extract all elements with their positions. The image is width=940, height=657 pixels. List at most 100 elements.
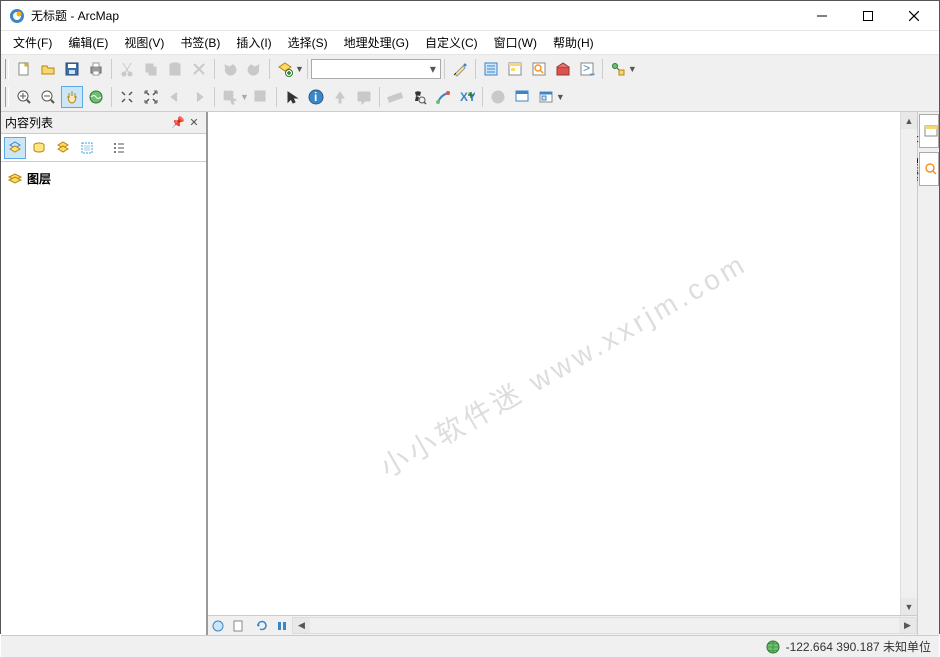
identify-button[interactable]: i [305, 86, 327, 108]
open-button[interactable] [37, 58, 59, 80]
menu-item[interactable]: 插入(I) [228, 31, 279, 54]
menu-item[interactable]: 编辑(E) [60, 31, 116, 54]
paste-button[interactable] [164, 58, 186, 80]
tree-root-label: 图层 [27, 170, 51, 187]
pan-button[interactable] [61, 86, 83, 108]
menu-item[interactable]: 文件(F) [5, 31, 60, 54]
data-view-button[interactable] [209, 617, 227, 635]
full-extent-button[interactable] [85, 86, 107, 108]
side-tabs: 目录 搜索 [917, 112, 939, 635]
catalog-tab[interactable]: 目录 [919, 114, 939, 148]
pause-button[interactable] [273, 617, 291, 635]
back-extent-button[interactable] [164, 86, 186, 108]
forward-extent-button[interactable] [188, 86, 210, 108]
zoom-in-button[interactable] [13, 86, 35, 108]
save-button[interactable] [61, 58, 83, 80]
toc-button-row [1, 134, 206, 162]
toc-panel: 内容列表 📌 ✕ 图层 [1, 112, 207, 635]
select-features-button[interactable] [219, 86, 241, 108]
html-popup-button[interactable] [353, 86, 375, 108]
search-window-button[interactable] [528, 58, 550, 80]
list-by-visibility-button[interactable] [52, 137, 74, 159]
create-viewer-button[interactable] [511, 86, 533, 108]
dropdown-arrow-icon[interactable]: ▼ [628, 64, 637, 74]
menu-item[interactable]: 书签(B) [172, 31, 228, 54]
status-coords: -122.664 390.187 未知单位 [786, 638, 931, 655]
vertical-scrollbar[interactable]: ▲▼ [900, 112, 917, 615]
find-button[interactable] [408, 86, 430, 108]
search-icon [924, 162, 938, 176]
dropdown-arrow-icon[interactable]: ▼ [295, 64, 304, 74]
window-title: 无标题 - ArcMap [31, 7, 799, 24]
cut-button[interactable] [116, 58, 138, 80]
work-area: 内容列表 📌 ✕ 图层 小小软件迷 www.xxrjm.com ▲▼ [1, 112, 939, 635]
toc-tree[interactable]: 图层 [1, 162, 206, 635]
undo-button[interactable] [219, 58, 241, 80]
tree-root-node[interactable]: 图层 [5, 168, 202, 189]
add-data-button[interactable] [274, 58, 296, 80]
menu-item[interactable]: 选择(S) [280, 31, 336, 54]
minimize-button[interactable] [799, 2, 845, 30]
toolbar-grip[interactable] [5, 87, 9, 107]
list-by-source-button[interactable] [28, 137, 50, 159]
menu-item[interactable]: 帮助(H) [545, 31, 602, 54]
app-icon [9, 8, 25, 24]
close-button[interactable] [891, 2, 937, 30]
watermark: 小小软件迷 www.xxrjm.com [371, 242, 753, 486]
clear-selection-button[interactable] [250, 86, 272, 108]
menu-item[interactable]: 视图(V) [116, 31, 172, 54]
toc-button[interactable] [480, 58, 502, 80]
svg-text:XY: XY [460, 90, 475, 104]
go-to-xy-button[interactable]: XY [456, 86, 478, 108]
delete-button[interactable] [188, 58, 210, 80]
toolbar-grip[interactable] [5, 59, 9, 79]
layers-icon [7, 172, 23, 186]
menubar: 文件(F)编辑(E)视图(V)书签(B)插入(I)选择(S)地理处理(G)自定义… [1, 31, 939, 55]
fixed-zoom-out-button[interactable] [140, 86, 162, 108]
menu-item[interactable]: 自定义(C) [417, 31, 486, 54]
python-window-button[interactable]: >_ [576, 58, 598, 80]
toolbar-standard: ▼ ▾ >_ ▼ [1, 55, 939, 83]
measure-button[interactable] [384, 86, 406, 108]
toolbars: ▼ ▾ >_ ▼ ▼ i [1, 55, 939, 112]
statusbar: -122.664 390.187 未知单位 [1, 635, 939, 657]
map-canvas[interactable]: 小小软件迷 www.xxrjm.com ▲▼ [208, 112, 917, 615]
close-icon[interactable]: ✕ [186, 115, 202, 131]
dropdown-arrow-icon[interactable]: ▼ [556, 92, 565, 102]
arctoolbox-button[interactable] [552, 58, 574, 80]
toc-title: 内容列表 [5, 114, 170, 131]
horizontal-scrollbar[interactable]: ◀▶ [292, 617, 917, 634]
new-button[interactable] [13, 58, 35, 80]
catalog-icon [924, 124, 938, 138]
copy-button[interactable] [140, 58, 162, 80]
time-slider-button[interactable] [487, 86, 509, 108]
layout-view-button[interactable] [229, 617, 247, 635]
select-elements-button[interactable] [281, 86, 303, 108]
editor-toolbar-button[interactable] [449, 58, 471, 80]
options-button[interactable] [108, 137, 130, 159]
print-button[interactable] [85, 58, 107, 80]
map-footer: ◀▶ [208, 615, 917, 635]
viewer-window-button[interactable] [535, 86, 557, 108]
fixed-zoom-in-button[interactable] [116, 86, 138, 108]
search-tab[interactable]: 搜索 [919, 152, 939, 186]
toc-header: 内容列表 📌 ✕ [1, 112, 206, 134]
pin-icon[interactable]: 📌 [170, 115, 186, 131]
scale-combo[interactable]: ▾ [311, 59, 441, 79]
find-route-button[interactable] [432, 86, 454, 108]
refresh-button[interactable] [253, 617, 271, 635]
menu-item[interactable]: 窗口(W) [486, 31, 545, 54]
redo-button[interactable] [243, 58, 265, 80]
modelbuilder-button[interactable] [607, 58, 629, 80]
hyperlink-button[interactable] [329, 86, 351, 108]
catalog-button[interactable] [504, 58, 526, 80]
dropdown-arrow-icon[interactable]: ▼ [240, 92, 249, 102]
maximize-button[interactable] [845, 2, 891, 30]
list-by-drawing-order-button[interactable] [4, 137, 26, 159]
zoom-out-button[interactable] [37, 86, 59, 108]
svg-text:>_: >_ [583, 61, 595, 75]
list-by-selection-button[interactable] [76, 137, 98, 159]
globe-icon [766, 640, 780, 654]
menu-item[interactable]: 地理处理(G) [336, 31, 417, 54]
toolbar-tools: ▼ i XY ▼ [1, 83, 939, 111]
